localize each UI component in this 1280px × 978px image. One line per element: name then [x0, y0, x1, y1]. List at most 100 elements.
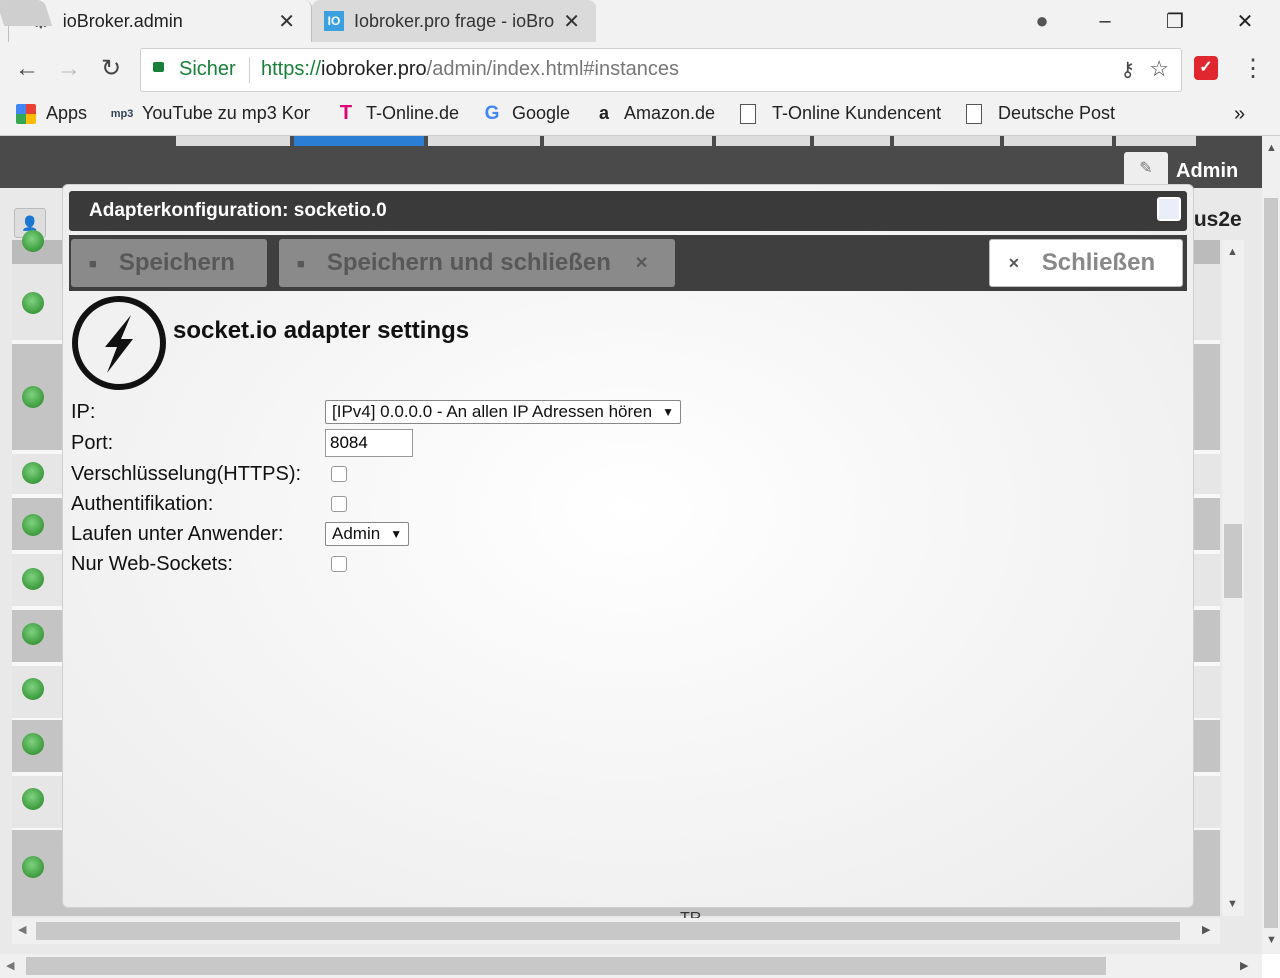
port-label: Port:	[71, 431, 114, 454]
bookmark-label: T-Online.de	[366, 103, 460, 123]
close-x-icon: ✕	[634, 255, 649, 272]
table-vertical-scrollbar[interactable]: ▲ ▼	[1222, 240, 1244, 916]
run-as-select[interactable]: Admin ▼	[325, 522, 410, 546]
tab-iobroker-pro[interactable]: IO Iobroker.pro frage - ioBro ✕	[312, 0, 596, 42]
status-led-icon	[22, 678, 44, 700]
extension-icon[interactable]: ✓	[1194, 56, 1218, 80]
url-path: /admin/index.html#instances	[426, 58, 680, 80]
scroll-down-arrow-icon[interactable]: ▼	[1227, 898, 1238, 910]
nav-tabs	[176, 136, 1196, 146]
star-icon[interactable]: ☆	[1149, 56, 1169, 82]
page-icon	[740, 103, 756, 124]
bookmark-label: Amazon.de	[624, 103, 716, 123]
run-as-row: Laufen unter Anwender: Admin ▼	[71, 519, 771, 549]
save-and-close-button[interactable]: ■ Speichern und schließen ✕	[279, 239, 675, 287]
tab-iobroker-admin[interactable]: ⚙ ioBroker.admin ✕	[8, 0, 312, 42]
profile-icon[interactable]: ●	[1014, 8, 1070, 34]
scroll-left-arrow-icon[interactable]: ◀	[18, 923, 26, 936]
floppy-disk-icon: ■	[297, 255, 305, 271]
scrollbar-thumb[interactable]	[36, 922, 1180, 940]
close-window-icon[interactable]: ✕	[1210, 9, 1280, 34]
scroll-right-arrow-icon[interactable]: ▶	[1202, 923, 1210, 936]
status-led-icon	[22, 514, 44, 536]
scroll-down-arrow-icon[interactable]: ▼	[1266, 934, 1277, 946]
url-scheme: https://	[261, 58, 322, 80]
websockets-label: Nur Web-Sockets:	[71, 552, 233, 575]
auth-row: Authentifikation:	[71, 489, 771, 519]
menu-dots-icon[interactable]: ⋮	[1238, 54, 1268, 84]
more-bookmarks-button[interactable]: »	[1234, 103, 1245, 126]
adapter-config-dialog: Adapterkonfiguration: socketio.0 ■ Speic…	[62, 184, 1194, 908]
auth-label: Authentifikation:	[71, 492, 214, 515]
scroll-right-arrow-icon[interactable]: ▶	[1240, 959, 1248, 972]
edit-pencil-icon[interactable]: ✎	[1124, 152, 1168, 186]
key-icon[interactable]: ⚷	[1120, 57, 1135, 82]
close-button[interactable]: ✕ Schließen	[989, 239, 1183, 287]
minimize-icon[interactable]: –	[1070, 10, 1140, 33]
tab-title: ioBroker.admin	[62, 10, 183, 31]
nav-tab[interactable]	[428, 136, 540, 146]
tab-title: Iobroker.pro frage - ioBro	[354, 10, 554, 31]
bookmark-google[interactable]: G Google	[482, 103, 570, 124]
scrollbar-thumb[interactable]	[1264, 198, 1278, 928]
scrollbar-thumb[interactable]	[26, 957, 1106, 975]
partial-host-label: lus2e	[1188, 208, 1242, 231]
https-checkbox[interactable]	[331, 466, 347, 482]
bookmark-amazon[interactable]: a Amazon.de	[594, 103, 715, 124]
dialog-title-bar[interactable]: Adapterkonfiguration: socketio.0	[69, 191, 1187, 231]
maximize-button[interactable]	[1157, 197, 1181, 221]
dropdown-caret-icon: ▼	[662, 405, 674, 419]
yt-mp3-icon: mp3	[110, 107, 134, 120]
nav-tab-active[interactable]	[294, 136, 424, 146]
close-x-icon: ✕	[1008, 254, 1020, 271]
apps-grid-icon	[16, 103, 36, 124]
bookmark-label: Apps	[46, 103, 88, 123]
scroll-up-arrow-icon[interactable]: ▲	[1266, 142, 1277, 154]
close-tab-icon[interactable]: ✕	[563, 9, 580, 34]
status-led-icon	[22, 568, 44, 590]
status-led-icon	[22, 462, 44, 484]
bookmark-t-online-kundencenter[interactable]: T-Online Kundencent	[740, 103, 942, 124]
bookmark-t-online[interactable]: T T-Online.de	[336, 102, 460, 124]
restore-icon[interactable]: ❐	[1140, 9, 1210, 34]
nav-tab[interactable]	[814, 136, 890, 146]
page-horizontal-scrollbar[interactable]: ◀ ▶	[0, 954, 1262, 978]
websockets-checkbox[interactable]	[331, 556, 347, 572]
status-led-icon	[22, 292, 44, 314]
nav-tab[interactable]	[1004, 136, 1112, 146]
bookmark-apps[interactable]: Apps	[16, 103, 87, 124]
new-tab-button[interactable]	[0, 0, 53, 26]
nav-tab[interactable]	[1116, 136, 1196, 146]
bookmark-youtube-mp3[interactable]: mp3 YouTube zu mp3 Kon	[110, 103, 310, 124]
reload-icon[interactable]: ↻	[96, 54, 126, 84]
nav-tab[interactable]	[894, 136, 1000, 146]
nav-tab[interactable]	[176, 136, 290, 146]
scroll-left-arrow-icon[interactable]: ◀	[6, 959, 14, 972]
settings-panel: socket.io adapter settings IP: [IPv4] 0.…	[71, 295, 1181, 895]
page-vertical-scrollbar[interactable]: ▲ ▼	[1262, 136, 1280, 954]
save-label: Speichern	[118, 249, 235, 276]
scrollbar-thumb[interactable]	[1224, 524, 1242, 598]
ip-row: IP: [IPv4] 0.0.0.0 - An allen IP Adresse…	[71, 397, 771, 427]
port-input[interactable]	[325, 429, 413, 457]
floppy-disk-icon: ■	[89, 255, 97, 271]
nav-tab[interactable]	[544, 136, 712, 146]
bookmark-label: YouTube zu mp3 Kon	[142, 103, 310, 123]
tab-strip: ⚙ ioBroker.admin ✕ IO Iobroker.pro frage…	[0, 0, 1280, 42]
save-button[interactable]: ■ Speichern	[71, 239, 267, 287]
bookmark-deutsche-post[interactable]: Deutsche Post	[966, 103, 1115, 124]
scroll-up-arrow-icon[interactable]: ▲	[1227, 246, 1238, 258]
ip-select[interactable]: [IPv4] 0.0.0.0 - An allen IP Adressen hö…	[325, 400, 681, 424]
close-tab-icon[interactable]: ✕	[278, 9, 295, 34]
auth-checkbox[interactable]	[331, 496, 347, 512]
address-bar[interactable]: Sicher https://iobroker.pro/admin/index.…	[140, 48, 1182, 92]
status-led-icon	[22, 788, 44, 810]
status-led-icon	[22, 733, 44, 755]
table-horizontal-scrollbar[interactable]: ◀ ▶	[12, 918, 1220, 944]
amazon-icon: a	[598, 103, 609, 123]
close-label: Schließen	[1041, 249, 1156, 276]
save-close-label: Speichern und schließen	[326, 249, 611, 276]
back-arrow-icon[interactable]: ←	[12, 54, 42, 84]
forward-arrow-icon[interactable]: →	[54, 54, 84, 84]
nav-tab[interactable]	[716, 136, 810, 146]
